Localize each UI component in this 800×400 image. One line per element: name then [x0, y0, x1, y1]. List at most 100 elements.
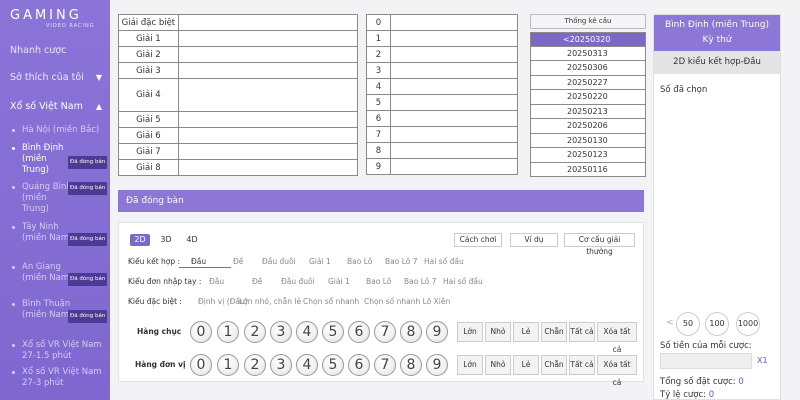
ball-tens-1[interactable]: 1 [217, 321, 239, 343]
option-dau-duoi[interactable]: Đầu đuôi [281, 277, 315, 286]
chevron-down-icon[interactable]: ▼ [96, 73, 102, 82]
option-lon-nho[interactable]: Lớn nhỏ, chẵn lẻ [239, 297, 301, 306]
ball-tens-8[interactable]: 8 [400, 321, 422, 343]
ball-tens-9[interactable]: 9 [426, 321, 448, 343]
option-giai-1[interactable]: Giải 1 [328, 277, 350, 286]
option-hai-so-dau[interactable]: Hai số đầu [443, 277, 483, 286]
prize-label: Giải 3 [118, 62, 179, 79]
how-to-play-button[interactable]: Cách chơi [454, 233, 502, 247]
option-de[interactable]: Đề [252, 277, 262, 286]
chevron-up-icon[interactable]: ▲ [96, 102, 102, 111]
ball-tens-7[interactable]: 7 [374, 321, 396, 343]
prize-value [177, 78, 359, 112]
stats-date-item[interactable]: 20250130 [530, 133, 646, 148]
special-type-label: Kiểu đặc biệt : [128, 297, 182, 306]
option-dau[interactable]: Đầu [191, 257, 206, 266]
amount-input[interactable] [660, 353, 752, 369]
ball-units-2[interactable]: 2 [244, 354, 266, 376]
option-chon-so-nhanh-lo-xien[interactable]: Chọn số nhanh Lô Xiên [364, 297, 450, 306]
tens-clear-button[interactable]: Xóa tất cả [597, 322, 637, 354]
ball-units-0[interactable]: 0 [190, 354, 212, 376]
multiplier-button[interactable]: X1 [757, 356, 768, 365]
tens-big-button[interactable]: Lớn [457, 322, 483, 342]
stats-date-item[interactable]: 20250220 [530, 90, 646, 105]
ball-units-8[interactable]: 8 [400, 354, 422, 376]
stats-date-list: <20250320 20250313 20250306 20250227 202… [530, 32, 646, 177]
tens-small-button[interactable]: Nhỏ [485, 322, 511, 342]
units-all-button[interactable]: Tất cả [569, 355, 595, 375]
prize-label: Giải 4 [118, 78, 179, 112]
tab-4d[interactable]: 4D [182, 234, 202, 246]
ball-units-3[interactable]: 3 [270, 354, 292, 376]
chip-1000[interactable]: 1000 [736, 312, 760, 336]
active-option-underline [179, 267, 231, 268]
ball-units-1[interactable]: 1 [217, 354, 239, 376]
tens-all-button[interactable]: Tất cả [569, 322, 595, 342]
units-big-button[interactable]: Lớn [457, 355, 483, 375]
units-even-button[interactable]: Chẵn [541, 355, 567, 375]
tab-3d[interactable]: 3D [156, 234, 176, 246]
table-row: Giải 7 [118, 143, 359, 160]
option-de[interactable]: Đề [233, 257, 243, 266]
bullet-icon [12, 371, 15, 374]
ball-tens-4[interactable]: 4 [296, 321, 318, 343]
units-small-button[interactable]: Nhỏ [485, 355, 511, 375]
ball-tens-6[interactable]: 6 [348, 321, 370, 343]
chevron-left-icon[interactable]: < [666, 318, 674, 328]
prize-structure-button[interactable]: Cơ cấu giải thưởng [564, 233, 635, 256]
ball-tens-2[interactable]: 2 [244, 321, 266, 343]
slip-tab[interactable]: 2D kiểu kết hợp-Đầu [654, 51, 780, 74]
ball-tens-0[interactable]: 0 [190, 321, 212, 343]
digit-value [389, 62, 519, 79]
chip-100[interactable]: 100 [705, 312, 729, 336]
bullet-icon [12, 344, 15, 347]
tab-2d[interactable]: 2D [130, 234, 150, 246]
option-dau[interactable]: Đầu [209, 277, 224, 286]
option-bao-lo[interactable]: Bao Lô [347, 257, 372, 266]
option-chon-so-nhanh[interactable]: Chọn số nhanh [303, 297, 359, 306]
odds-row: Tỷ lệ cược: 0 [660, 390, 714, 400]
sidebar-item-quick-bet[interactable]: Nhanh cược [10, 45, 66, 56]
option-hai-so-dau[interactable]: Hai số đầu [424, 257, 464, 266]
prize-table: Giải đặc biệt Giải 1 Giải 2 Giải 3 Giải … [118, 14, 359, 176]
ball-units-6[interactable]: 6 [348, 354, 370, 376]
stats-date-item[interactable]: 20250213 [530, 104, 646, 119]
stats-date-item[interactable]: 20250206 [530, 119, 646, 134]
prize-value [177, 46, 359, 63]
sidebar-item-vietnam-lottery[interactable]: Xổ số Việt Nam [10, 101, 83, 112]
option-bao-lo-7[interactable]: Bao Lô 7 [385, 257, 418, 266]
example-button[interactable]: Ví dụ [510, 233, 558, 247]
chip-50[interactable]: 50 [676, 312, 700, 336]
option-bao-lo-7[interactable]: Bao Lô 7 [404, 277, 437, 286]
sidebar-item-favorites[interactable]: Sở thích của tôi [10, 72, 84, 83]
ball-units-4[interactable]: 4 [296, 354, 318, 376]
table-row: 6 [366, 110, 519, 127]
prize-value [177, 143, 359, 160]
units-odd-button[interactable]: Lẻ [513, 355, 539, 375]
tens-odd-button[interactable]: Lẻ [513, 322, 539, 342]
option-giai-1[interactable]: Giải 1 [309, 257, 331, 266]
ball-tens-3[interactable]: 3 [270, 321, 292, 343]
brand-logo[interactable]: GAMING VIDEO RACING [0, 0, 110, 38]
option-dau-duoi[interactable]: Đầu đuôi [262, 257, 296, 266]
table-row: 2 [366, 46, 519, 63]
stats-date-item[interactable]: 20250306 [530, 61, 646, 76]
ball-units-9[interactable]: 9 [426, 354, 448, 376]
stats-title[interactable]: Thống kê cầu [530, 14, 646, 29]
status-badge: Đã đóng bán [68, 156, 108, 169]
tens-even-button[interactable]: Chẵn [541, 322, 567, 342]
stats-date-item[interactable]: 20250313 [530, 46, 646, 61]
option-bao-lo[interactable]: Bao Lô [366, 277, 391, 286]
prize-value [177, 111, 359, 128]
table-row: 1 [366, 30, 519, 47]
units-clear-button[interactable]: Xóa tất cả [597, 355, 637, 387]
ball-tens-5[interactable]: 5 [322, 321, 344, 343]
ball-units-7[interactable]: 7 [374, 354, 396, 376]
stats-date-item[interactable]: <20250320 [530, 32, 646, 47]
stats-date-item[interactable]: 20250123 [530, 148, 646, 163]
stats-date-item[interactable]: 20250227 [530, 75, 646, 90]
digit-label: 5 [366, 94, 391, 111]
stats-date-item[interactable]: 20250116 [530, 162, 646, 177]
digit-label: 2 [366, 46, 391, 63]
ball-units-5[interactable]: 5 [322, 354, 344, 376]
